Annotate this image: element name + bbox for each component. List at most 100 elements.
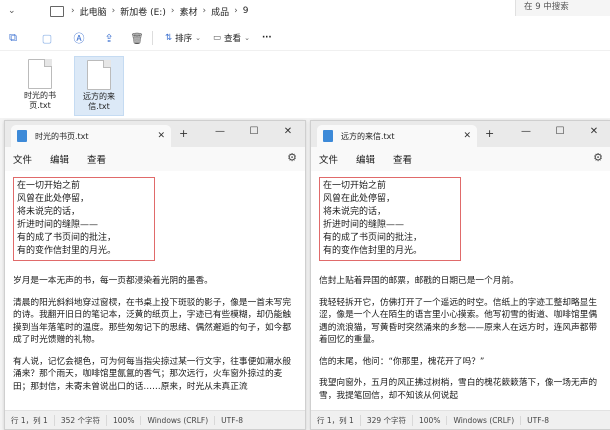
notepad-window-2: 远方的来信.txt ✕ + — ☐ ✕ 文件 编辑 查看 ⚙ 在一切开始之前 风…	[310, 120, 610, 430]
text-editor[interactable]: 在一切开始之前 风曾在此处停留， 将未说完的话， 折进时间的缝隙—— 有的成了书…	[5, 171, 305, 411]
new-tab-button[interactable]: +	[485, 127, 494, 140]
computer-icon	[50, 5, 64, 17]
chevron-down-icon[interactable]: ⌄	[8, 6, 16, 16]
close-icon[interactable]: ✕	[157, 131, 165, 141]
file-name: 远方的来 信.txt	[83, 92, 115, 111]
sort-icon: ⇅	[165, 33, 173, 43]
tab-bar: 时光的书页.txt ✕ + — ☐ ✕	[5, 121, 305, 147]
paragraph: 岁月是一本无声的书，每一页都浸染着光阴的墨香。	[13, 276, 213, 286]
menu-file[interactable]: 文件	[319, 152, 338, 166]
status-bar: 行 1，列 1 352 个字符 100% Windows (CRLF) UTF-…	[5, 410, 305, 429]
breadcrumb-folder-finished[interactable]: 成品	[211, 5, 229, 18]
breadcrumb-folder-9[interactable]: 9	[243, 6, 249, 16]
notepad-icon	[323, 130, 333, 142]
chevron-down-icon: ⌄	[244, 34, 250, 42]
document-tab[interactable]: 时光的书页.txt ✕	[11, 125, 171, 147]
menu-bar: 文件 编辑 查看 ⚙	[311, 147, 610, 171]
encoding[interactable]: UTF-8	[521, 416, 555, 425]
chevron-down-icon: ⌄	[195, 34, 202, 42]
document-tab[interactable]: 远方的来信.txt ✕	[317, 125, 477, 147]
poem-highlight-box: 在一切开始之前 风曾在此处停留， 将未说完的话， 折进时间的缝隙—— 有的成了书…	[13, 177, 155, 261]
line-ending[interactable]: Windows (CRLF)	[141, 415, 216, 425]
chevron-right-icon: ›	[71, 6, 75, 16]
new-tab-button[interactable]: +	[179, 127, 188, 140]
menu-edit[interactable]: 编辑	[50, 152, 69, 166]
minimize-button[interactable]: —	[509, 123, 543, 141]
breadcrumb-pc[interactable]: 此电脑	[80, 5, 107, 18]
rename-icon[interactable]: Ⓐ	[70, 29, 88, 47]
share-icon[interactable]: ⇪	[100, 29, 118, 47]
notepad-icon	[17, 130, 27, 142]
close-window-button[interactable]: ✕	[577, 123, 610, 141]
poem-line: 折进时间的缝隙——	[17, 220, 99, 230]
text-file-icon	[87, 60, 111, 90]
zoom-level[interactable]: 100%	[107, 415, 142, 425]
file-item-shiguang[interactable]: 时光的书 页.txt	[16, 56, 64, 114]
poem-line: 将未说完的话，	[323, 207, 387, 217]
search-input[interactable]: 在 9 中搜索	[515, 0, 610, 16]
minimize-button[interactable]: —	[203, 123, 237, 141]
tab-bar: 远方的来信.txt ✕ + — ☐ ✕	[311, 121, 610, 147]
file-explorer: ⌄ › 此电脑 › 新加卷 (E:) › 素材 › 成品 › 9 在 9 中搜索…	[0, 0, 610, 118]
file-name: 时光的书 页.txt	[24, 91, 56, 110]
menu-view[interactable]: 查看	[87, 152, 106, 166]
encoding[interactable]: UTF-8	[215, 416, 249, 425]
more-options-button[interactable]: ···	[256, 33, 278, 43]
paragraph: 我望向窗外，五月的风正拂过树梢，雪白的槐花簌簌落下，像一场无声的雪，我提笔回信，…	[319, 378, 597, 401]
poem-line: 风曾在此处停留，	[323, 194, 396, 204]
poem-line: 在一切开始之前	[323, 181, 387, 191]
paragraph: 我轻轻拆开它，仿佛打开了一个遥远的时空。信纸上的字迹工整却略显生涩，像是一个人在…	[319, 297, 597, 346]
toolbar-divider	[152, 31, 153, 45]
chevron-right-icon: ›	[170, 6, 175, 16]
close-icon[interactable]: ✕	[463, 131, 471, 141]
chevron-right-icon: ›	[202, 6, 207, 16]
char-count: 329 个字符	[361, 414, 414, 426]
gear-icon[interactable]: ⚙	[593, 151, 603, 164]
status-bar: 行 1，列 1 329 个字符 100% Windows (CRLF) UTF-…	[311, 410, 610, 429]
poem-line: 折进时间的缝隙——	[323, 220, 405, 230]
cursor-position: 行 1，列 1	[311, 414, 361, 426]
paragraph: 信封上贴着异国的邮票，邮戳的日期已是一个月前。	[319, 276, 519, 286]
maximize-button[interactable]: ☐	[543, 123, 577, 141]
menu-edit[interactable]: 编辑	[356, 152, 375, 166]
menu-file[interactable]: 文件	[13, 152, 32, 166]
poem-highlight-box: 在一切开始之前 风曾在此处停留， 将未说完的话， 折进时间的缝隙—— 有的成了书…	[319, 177, 461, 261]
window-controls: — ☐ ✕	[509, 123, 610, 141]
poem-line: 有的成了书页间的批注，	[323, 233, 423, 243]
cursor-position: 行 1，列 1	[5, 414, 55, 426]
poem-line: 风曾在此处停留，	[17, 194, 90, 204]
gear-icon[interactable]: ⚙	[287, 151, 297, 164]
breadcrumb-drive[interactable]: 新加卷 (E:)	[120, 5, 166, 18]
delete-icon[interactable]: 🗑	[128, 29, 146, 47]
paragraph: 有人说，记忆会褪色，可为何每当指尖掠过某一行文字，往事便如潮水般涌来？那个雨天，…	[13, 356, 291, 392]
poem-line: 有的变作信封里的月光。	[17, 246, 117, 256]
tab-title: 时光的书页.txt	[35, 131, 89, 141]
chevron-right-icon: ›	[234, 6, 238, 16]
view-button[interactable]: ▭ 查看 ⌄	[207, 32, 256, 44]
text-editor[interactable]: 在一切开始之前 风曾在此处停留， 将未说完的话， 折进时间的缝隙—— 有的成了书…	[311, 171, 610, 411]
paste-icon[interactable]: ▢	[38, 29, 56, 47]
copy-icon[interactable]: ⧉	[4, 29, 22, 47]
paragraph: 信的末尾，他问：“你那里，槐花开了吗？”	[319, 356, 485, 367]
paragraph: 清晨的阳光斜斜地穿过窗棂，在书桌上投下斑驳的影子，像是一首未写完的诗。我翻开旧日…	[13, 297, 291, 346]
line-ending[interactable]: Windows (CRLF)	[447, 415, 522, 425]
chevron-right-icon: ›	[111, 6, 116, 16]
text-file-icon	[28, 59, 52, 89]
poem-line: 有的成了书页间的批注，	[17, 233, 117, 243]
explorer-toolbar: ⧉ ▢ Ⓐ ⇪ 🗑 ⇅ 排序 ⌄ ▭ 查看 ⌄ ···	[0, 26, 610, 51]
view-label: 查看	[224, 34, 242, 44]
close-window-button[interactable]: ✕	[271, 123, 305, 141]
poem-line: 将未说完的话，	[17, 207, 81, 217]
menu-view[interactable]: 查看	[393, 152, 412, 166]
tab-title: 远方的来信.txt	[341, 131, 395, 141]
poem-line: 在一切开始之前	[17, 181, 81, 191]
sort-label: 排序	[175, 34, 193, 44]
sort-button[interactable]: ⇅ 排序 ⌄	[159, 32, 207, 44]
zoom-level[interactable]: 100%	[413, 415, 448, 425]
file-item-yuanfang[interactable]: 远方的来 信.txt	[74, 56, 124, 116]
breadcrumb-folder-material[interactable]: 素材	[179, 5, 197, 18]
window-controls: — ☐ ✕	[203, 123, 305, 141]
file-list: 时光的书 页.txt 远方的来 信.txt	[16, 56, 124, 116]
maximize-button[interactable]: ☐	[237, 123, 271, 141]
poem-line: 有的变作信封里的月光。	[323, 246, 423, 256]
